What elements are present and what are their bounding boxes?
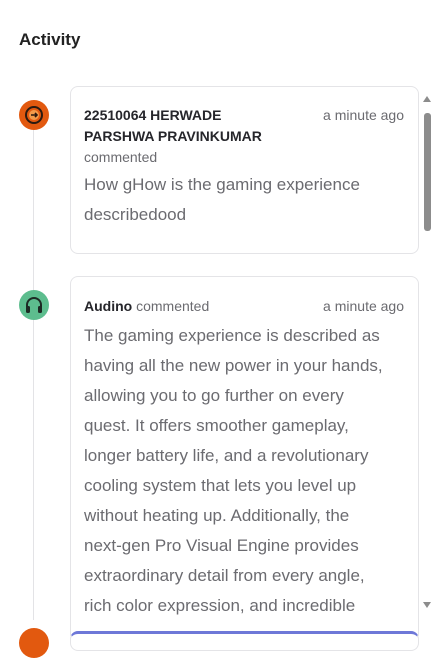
user-avatar[interactable]: [19, 290, 49, 320]
comment-author[interactable]: Audino: [84, 298, 132, 314]
comment-text-line: longer battery life, and a revolutionary: [84, 446, 369, 465]
scroll-up-arrow-icon[interactable]: [423, 96, 431, 102]
comment-text-line: The gaming experience is described as: [84, 326, 380, 345]
comment-card: Audino commented a minute ago The gaming…: [70, 276, 419, 636]
comment-text: How gHow is the gaming experience descri…: [84, 170, 404, 230]
user-avatar[interactable]: [19, 628, 49, 658]
comment-action: commented: [84, 149, 158, 165]
activity-title: Activity: [19, 30, 81, 49]
comment-author[interactable]: 22510064 HERWADE: [84, 105, 294, 126]
comment-text-line: cooling system that lets you level up: [84, 476, 357, 495]
comment-author-continued[interactable]: PARSHWA PRAVINKUMAR: [84, 126, 294, 147]
comment-text-line: extraordinary detail from every angle,: [84, 566, 365, 585]
comment-text-line: rich color expression, and incredible: [84, 596, 356, 615]
timeline-line: [33, 100, 34, 620]
user-avatar[interactable]: [19, 100, 49, 130]
scroll-down-arrow-icon[interactable]: [423, 602, 431, 608]
comment-card: 22510064 HERWADE PARSHWA PRAVINKUMAR com…: [70, 86, 419, 254]
comment-text-line: How gHow is the gaming experience: [84, 175, 360, 194]
comment-time: a minute ago: [323, 298, 404, 314]
comment-action: commented: [136, 298, 210, 314]
headphones-icon: [26, 297, 42, 313]
comment-text-line: allowing you to go further on every: [84, 386, 344, 405]
comment-text-line: without heating up. Additionally, the: [84, 506, 350, 525]
comment-text-line: quest. It offers smoother gameplay,: [84, 416, 349, 435]
comment-text: The gaming experience is described as ha…: [84, 321, 404, 621]
comment-text-line: next-gen Pro Visual Engine provides: [84, 536, 359, 555]
scrollbar[interactable]: [423, 96, 431, 608]
comment-text-line: describedood: [84, 205, 187, 224]
comment-time: a minute ago: [323, 107, 404, 123]
comment-text-line: having all the new power in your hands,: [84, 356, 383, 375]
gamepad-icon: [25, 106, 43, 124]
scrollbar-thumb[interactable]: [424, 113, 431, 231]
comment-input-card[interactable]: [70, 631, 419, 651]
